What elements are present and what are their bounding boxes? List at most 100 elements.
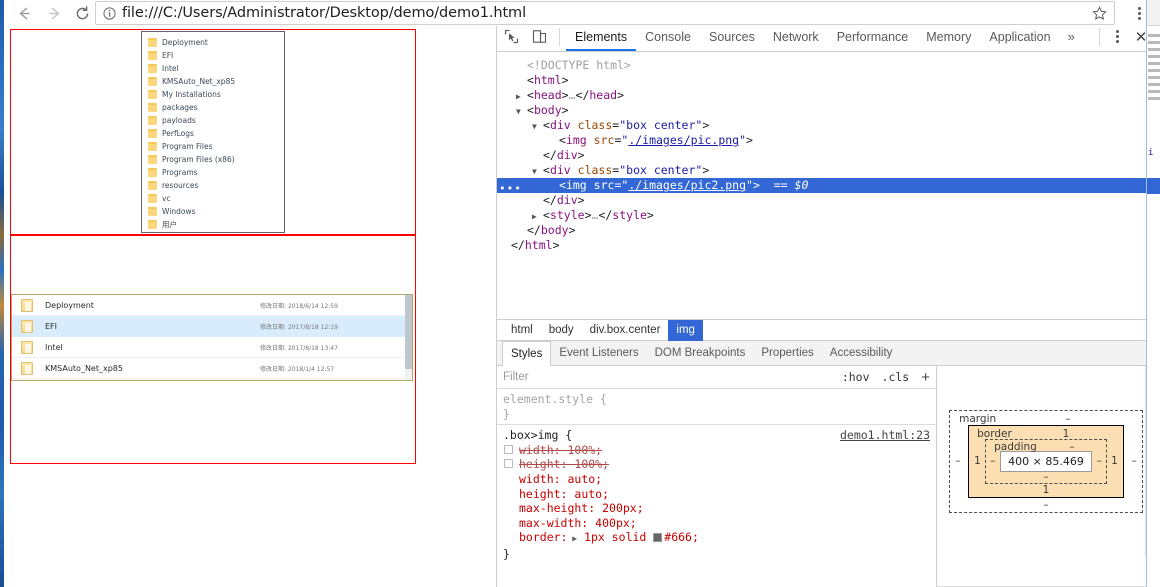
tab-event-listeners[interactable]: Event Listeners — [551, 343, 646, 364]
chevron-double-right-icon[interactable]: » — [1060, 29, 1083, 44]
css-declaration-checkbox[interactable] — [504, 444, 513, 454]
chevron-down-icon[interactable]: ▼ — [532, 119, 537, 134]
box-model-border-bottom[interactable]: 1 — [1043, 484, 1050, 496]
page-image-pic[interactable]: Deployment EFI Intel KMSAuto_Net_xp85 My… — [141, 31, 285, 233]
css-source-link[interactable]: demo1.html:23 — [840, 428, 930, 443]
css-declaration[interactable]: max-width: 400px; — [503, 516, 930, 531]
dom-node[interactable]: ▼ <body> — [497, 103, 1156, 118]
address-bar[interactable]: file:///C:/Users/Administrator/Desktop/d… — [95, 1, 1115, 25]
tab-styles[interactable]: Styles — [502, 340, 552, 366]
dom-node[interactable]: </html> — [497, 238, 1156, 253]
css-property-name[interactable]: width: — [519, 472, 561, 486]
css-property-name[interactable]: width: — [519, 443, 561, 457]
breadcrumb-item-body[interactable]: body — [541, 320, 582, 341]
element-style-rule[interactable]: element.style { } — [497, 389, 936, 426]
breadcrumb-item-img[interactable]: img — [668, 319, 703, 341]
breadcrumb-item-div[interactable]: div.box.center — [582, 320, 669, 341]
cls-toggle-button[interactable]: .cls — [882, 370, 910, 384]
css-property-name[interactable]: height: — [519, 487, 567, 501]
box-model-margin-top[interactable]: – — [1065, 413, 1070, 425]
box-model-margin-bottom[interactable]: – — [1043, 499, 1048, 511]
css-property-value[interactable]: 400px; — [588, 516, 637, 530]
box-model-diagram[interactable]: margin – – – – border 1 1 1 1 padding – … — [937, 366, 1155, 556]
css-property-value[interactable]: 1px solid — [577, 530, 653, 544]
new-style-rule-button[interactable]: + — [921, 369, 930, 386]
tab-sources[interactable]: Sources — [700, 22, 764, 51]
explorer-scrollbar[interactable] — [405, 295, 412, 380]
css-property-name[interactable]: max-width: — [519, 516, 588, 530]
css-property-name[interactable]: height: — [519, 457, 567, 471]
css-declaration-checkbox[interactable] — [504, 459, 513, 469]
css-property-value[interactable]: 200px; — [595, 501, 644, 515]
tab-console[interactable]: Console — [636, 22, 700, 51]
chevron-down-icon[interactable]: ▼ — [532, 164, 537, 179]
tab-performance[interactable]: Performance — [828, 22, 918, 51]
breadcrumb-item-html[interactable]: html — [503, 320, 541, 341]
box-model-padding-top[interactable]: – — [1069, 441, 1074, 453]
chevron-down-icon[interactable]: ▼ — [516, 104, 521, 119]
box-model-content-size[interactable]: 400 × 85.469 — [1000, 450, 1092, 472]
css-color-value[interactable]: #666; — [664, 530, 699, 544]
css-declaration[interactable]: height: auto; — [503, 487, 930, 502]
tab-properties[interactable]: Properties — [753, 343, 821, 364]
css-declaration[interactable]: width: 100%; — [503, 443, 930, 458]
hov-toggle-button[interactable]: :hov — [842, 370, 870, 384]
dom-node[interactable]: </div> — [497, 148, 1156, 163]
table-row[interactable]: Intel 修改日期: 2017/8/18 13:47 — [12, 337, 412, 358]
page-box-2[interactable]: Deployment 修改日期: 2018/6/14 12:59 EFI 修改日… — [10, 235, 416, 464]
dom-tree[interactable]: <!DOCTYPE html> <html> ▶ <head>…</head> ▼ <bo… — [497, 52, 1156, 320]
box-model-padding[interactable]: padding – – – – 400 × 85.469 — [985, 438, 1107, 484]
address-bar-url[interactable]: file:///C:/Users/Administrator/Desktop/d… — [122, 5, 1084, 21]
css-declaration[interactable]: height: 100%; — [503, 457, 930, 472]
bookmark-star-icon[interactable] — [1084, 1, 1114, 25]
css-property-name[interactable]: max-height: — [519, 501, 595, 515]
tab-dom-breakpoints[interactable]: DOM Breakpoints — [647, 343, 754, 364]
dom-node[interactable]: ▼ <div class="box center"> — [497, 163, 1156, 178]
css-property-value[interactable]: auto; — [561, 472, 602, 486]
dom-node[interactable]: <!DOCTYPE html> — [497, 58, 1156, 73]
box-model-border-right[interactable]: 1 — [1111, 455, 1118, 467]
table-row[interactable]: KMSAuto_Net_xp85 修改日期: 2018/1/4 12:57 — [12, 358, 412, 379]
box-model-margin[interactable]: margin – – – – border 1 1 1 1 padding – … — [949, 409, 1143, 513]
chevron-right-icon[interactable]: ▶ — [567, 534, 577, 543]
tab-application[interactable]: Application — [980, 22, 1059, 51]
box-model-margin-left[interactable]: – — [955, 455, 960, 467]
styles-filter-input[interactable]: Filter — [503, 371, 830, 383]
dom-node-selected[interactable]: <img src="./images/pic2.png"> == $0 ••• — [497, 178, 1156, 195]
css-property-name[interactable]: border: — [519, 530, 567, 544]
box-model-padding-bottom[interactable]: – — [1043, 471, 1048, 483]
page-image-pic2[interactable]: Deployment 修改日期: 2018/6/14 12:59 EFI 修改日… — [11, 294, 413, 381]
box-model-padding-left[interactable]: – — [990, 455, 995, 467]
devtools-settings-kebab-icon[interactable] — [1106, 30, 1128, 43]
dom-node[interactable]: ▼ <div class="box center"> — [497, 118, 1156, 133]
dom-node[interactable]: </div> — [497, 193, 1156, 208]
device-toolbar-icon[interactable] — [525, 23, 553, 51]
chevron-right-icon[interactable]: ▶ — [516, 89, 521, 104]
page-info-icon[interactable] — [96, 1, 122, 25]
dom-node[interactable]: </body> — [497, 223, 1156, 238]
scrollbar-thumb[interactable] — [405, 295, 412, 369]
tab-network[interactable]: Network — [764, 22, 828, 51]
dom-node[interactable]: ▶ <head>…</head> — [497, 88, 1156, 103]
css-declaration[interactable]: width: auto; — [503, 472, 930, 487]
dom-node[interactable]: <html> — [497, 73, 1156, 88]
reload-icon[interactable] — [68, 0, 96, 26]
table-row[interactable]: EFI 修改日期: 2017/8/18 12:19 — [12, 316, 412, 337]
tab-elements[interactable]: Elements — [566, 22, 636, 51]
chevron-right-icon[interactable]: ▶ — [532, 209, 537, 224]
css-declaration[interactable]: border: ▶ 1px solid #666; — [503, 530, 930, 547]
table-row[interactable]: Deployment 修改日期: 2018/6/14 12:59 — [12, 295, 412, 316]
box-model-padding-right[interactable]: – — [1097, 455, 1102, 467]
tab-accessibility[interactable]: Accessibility — [822, 343, 901, 364]
box-model-margin-right[interactable]: – — [1132, 455, 1137, 467]
dom-node[interactable]: ▶ <style>…</style> — [497, 208, 1156, 223]
inspect-element-icon[interactable] — [497, 23, 525, 51]
box-model-border[interactable]: border 1 1 1 1 padding – – – – 400 × 85.… — [968, 424, 1124, 498]
page-box-1[interactable]: Deployment EFI Intel KMSAuto_Net_xp85 My… — [10, 29, 416, 235]
dom-node[interactable]: <img src="./images/pic.png"> — [497, 133, 1156, 148]
css-property-value[interactable]: 100%; — [567, 457, 609, 471]
css-declaration[interactable]: max-height: 200px; — [503, 501, 930, 516]
color-swatch[interactable] — [653, 533, 663, 543]
css-rule-box-img[interactable]: .box>img { demo1.html:23 width: 100%; hei… — [497, 425, 936, 564]
box-model-border-left[interactable]: 1 — [974, 455, 981, 467]
